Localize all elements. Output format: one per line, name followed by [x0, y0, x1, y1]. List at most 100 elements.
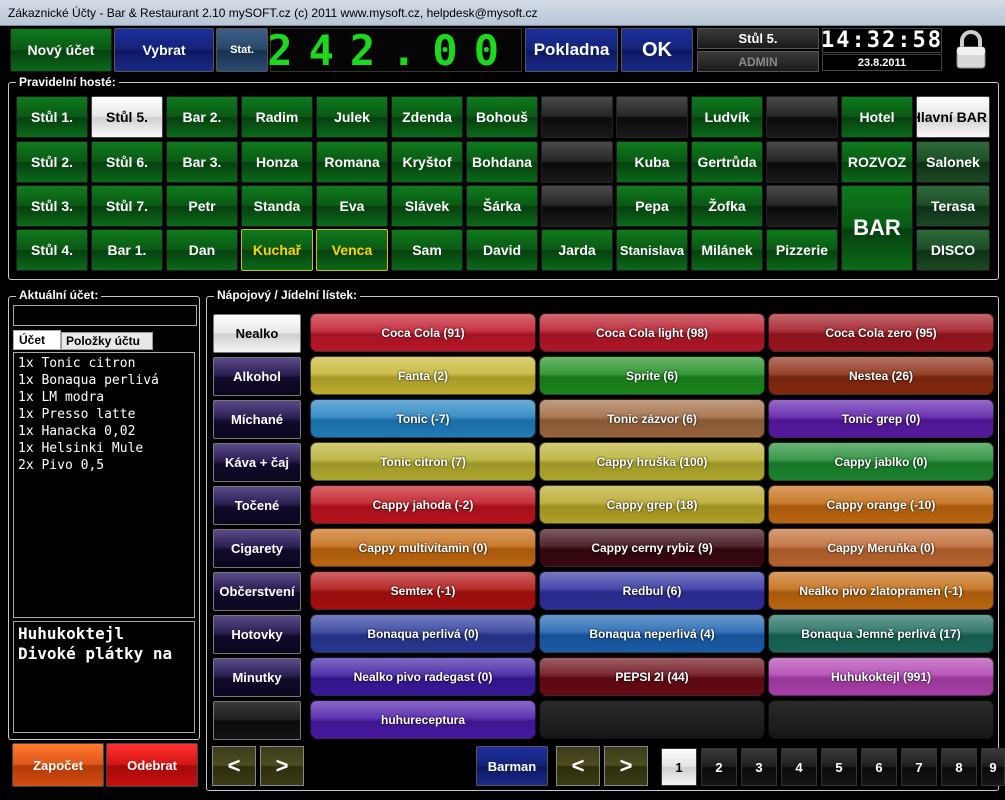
category-to-en-[interactable]: Točené	[213, 486, 301, 525]
product-button[interactable]: Huhukoktejl (991)	[768, 657, 994, 696]
category-m-chan-[interactable]: Míchané	[213, 400, 301, 439]
guest-button-empty[interactable]	[541, 141, 613, 183]
category-minutky[interactable]: Minutky	[213, 658, 301, 697]
page-button-6[interactable]: 6	[861, 748, 897, 786]
new-account-button[interactable]: Nový účet	[10, 28, 112, 72]
guest-button-empty[interactable]	[766, 185, 838, 227]
guest-button-pepa[interactable]: Pepa	[616, 185, 688, 227]
select-button[interactable]: Vybrat	[114, 28, 214, 72]
guest-button-zdenda[interactable]: Zdenda	[391, 96, 463, 138]
product-button[interactable]: PEPSI 2l (44)	[539, 657, 765, 696]
guest-button-empty[interactable]	[766, 141, 838, 183]
guest-button-bar[interactable]: BAR	[841, 185, 913, 271]
category-empty[interactable]	[213, 701, 301, 740]
guest-button-petr[interactable]: Petr	[166, 185, 238, 227]
product-button[interactable]: Bonaqua Jemně perlivá (17)	[768, 614, 994, 653]
product-button[interactable]: Bonaqua neperlivá (4)	[539, 614, 765, 653]
page-button-3[interactable]: 3	[741, 748, 777, 786]
guest-button-sl-vek[interactable]: Slávek	[391, 185, 463, 227]
guest-button-bar-1[interactable]: Bar 1.	[91, 229, 163, 271]
guest-button-disco[interactable]: DISCO	[916, 229, 990, 271]
guest-button-standa[interactable]: Standa	[241, 185, 313, 227]
account-items-list[interactable]: 1x Tonic citron 1x Bonaqua perlivá 1x LM…	[13, 352, 195, 618]
guest-button--rka[interactable]: Šárka	[466, 185, 538, 227]
guest-button-pizzerie[interactable]: Pizzerie	[766, 229, 838, 271]
guest-button-salonek[interactable]: Salonek	[916, 141, 990, 183]
product-button[interactable]: Cappy Meruňka (0)	[768, 528, 994, 567]
guest-button-bohdana[interactable]: Bohdana	[466, 141, 538, 183]
guest-button-ludv-k[interactable]: Ludvík	[691, 96, 763, 138]
tab-account[interactable]: Účet	[13, 330, 61, 350]
guest-button-bar-2[interactable]: Bar 2.	[166, 96, 238, 138]
category-hotovky[interactable]: Hotovky	[213, 615, 301, 654]
guest-button-venca[interactable]: Venca	[316, 229, 388, 271]
account-notes[interactable]: Huhukoktejl Divoké plátky na	[13, 621, 195, 733]
product-button[interactable]: Coca Cola light (98)	[539, 313, 765, 352]
guest-button-julek[interactable]: Julek	[316, 96, 388, 138]
product-button[interactable]: Cappy multivitamin (0)	[310, 528, 536, 567]
page-button-9[interactable]: 9	[981, 748, 1005, 786]
barman-button[interactable]: Barman	[476, 746, 548, 786]
product-button[interactable]: Cappy jablko (0)	[768, 442, 994, 481]
product-button[interactable]: Redbul (6)	[539, 571, 765, 610]
guest-button-hotel[interactable]: Hotel	[841, 96, 913, 138]
guest-button-empty[interactable]	[541, 185, 613, 227]
page-button-5[interactable]: 5	[821, 748, 857, 786]
guest-button-st-l-2[interactable]: Stůl 2.	[16, 141, 88, 183]
category-k-va-aj[interactable]: Káva + čaj	[213, 443, 301, 482]
guest-button-kry-tof[interactable]: Kryštof	[391, 141, 463, 183]
guest-button-hlavn-bar[interactable]: Hlavní BAR	[916, 96, 990, 138]
guest-button-bohou[interactable]: Bohouš	[466, 96, 538, 138]
guest-button--ofka[interactable]: Žofka	[691, 185, 763, 227]
page-button-7[interactable]: 7	[901, 748, 937, 786]
product-button[interactable]: Cappy jahoda (-2)	[310, 485, 536, 524]
product-button[interactable]: Sprite (6)	[539, 356, 765, 395]
guest-button-mil-nek[interactable]: Milánek	[691, 229, 763, 271]
register-button[interactable]: Pokladna	[525, 28, 618, 72]
guest-button-st-l-3[interactable]: Stůl 3.	[16, 185, 88, 227]
product-button[interactable]: Tonic citron (7)	[310, 442, 536, 481]
guest-button-empty[interactable]	[616, 96, 688, 138]
guest-button-empty[interactable]	[541, 96, 613, 138]
guest-button-dan[interactable]: Dan	[166, 229, 238, 271]
account-search-input[interactable]	[13, 305, 197, 326]
guest-button-sam[interactable]: Sam	[391, 229, 463, 271]
remove-button[interactable]: Odebrat	[106, 743, 198, 787]
product-button[interactable]: Nealko pivo zlatopramen (-1)	[768, 571, 994, 610]
guest-button-st-l-4[interactable]: Stůl 4.	[16, 229, 88, 271]
guest-button-terasa[interactable]: Terasa	[916, 185, 990, 227]
product-button[interactable]: Bonaqua perlivá (0)	[310, 614, 536, 653]
tab-account-items[interactable]: Položky účtu	[61, 332, 153, 350]
guest-button-jarda[interactable]: Jarda	[541, 229, 613, 271]
product-button[interactable]: Cappy hruška (100)	[539, 442, 765, 481]
guest-button-st-l-7[interactable]: Stůl 7.	[91, 185, 163, 227]
category-next-button[interactable]: >	[260, 746, 304, 786]
product-button[interactable]: Coca Cola (91)	[310, 313, 536, 352]
product-button[interactable]: Tonic grep (0)	[768, 399, 994, 438]
product-button[interactable]: Fanta (2)	[310, 356, 536, 395]
product-button-empty[interactable]	[539, 700, 765, 739]
guest-button-rozvoz[interactable]: ROZVOZ	[841, 141, 913, 183]
product-button[interactable]: Cappy cerny rybiz (9)	[539, 528, 765, 567]
guest-button-romana[interactable]: Romana	[316, 141, 388, 183]
start-button[interactable]: Započet	[12, 743, 104, 787]
guest-button-stanislava[interactable]: Stanislava	[616, 229, 688, 271]
guest-button-st-l-5[interactable]: Stůl 5.	[91, 96, 163, 138]
page-button-8[interactable]: 8	[941, 748, 977, 786]
product-button[interactable]: Semtex (-1)	[310, 571, 536, 610]
product-button[interactable]: Coca Cola zero (95)	[768, 313, 994, 352]
page-button-1[interactable]: 1	[661, 748, 697, 786]
guest-button-kucha[interactable]: Kuchař	[241, 229, 313, 271]
category-cigarety[interactable]: Cigarety	[213, 529, 301, 568]
page-button-2[interactable]: 2	[701, 748, 737, 786]
category-alkohol[interactable]: Alkohol	[213, 357, 301, 396]
page-button-4[interactable]: 4	[781, 748, 817, 786]
guest-button-eva[interactable]: Eva	[316, 185, 388, 227]
category-nealko[interactable]: Nealko	[213, 314, 301, 353]
guest-button-gertr-da[interactable]: Gertrůda	[691, 141, 763, 183]
product-button[interactable]: Cappy grep (18)	[539, 485, 765, 524]
guest-button-david[interactable]: David	[466, 229, 538, 271]
product-button[interactable]: Nestea (26)	[768, 356, 994, 395]
guest-button-radim[interactable]: Radim	[241, 96, 313, 138]
ok-button[interactable]: OK	[621, 28, 693, 72]
